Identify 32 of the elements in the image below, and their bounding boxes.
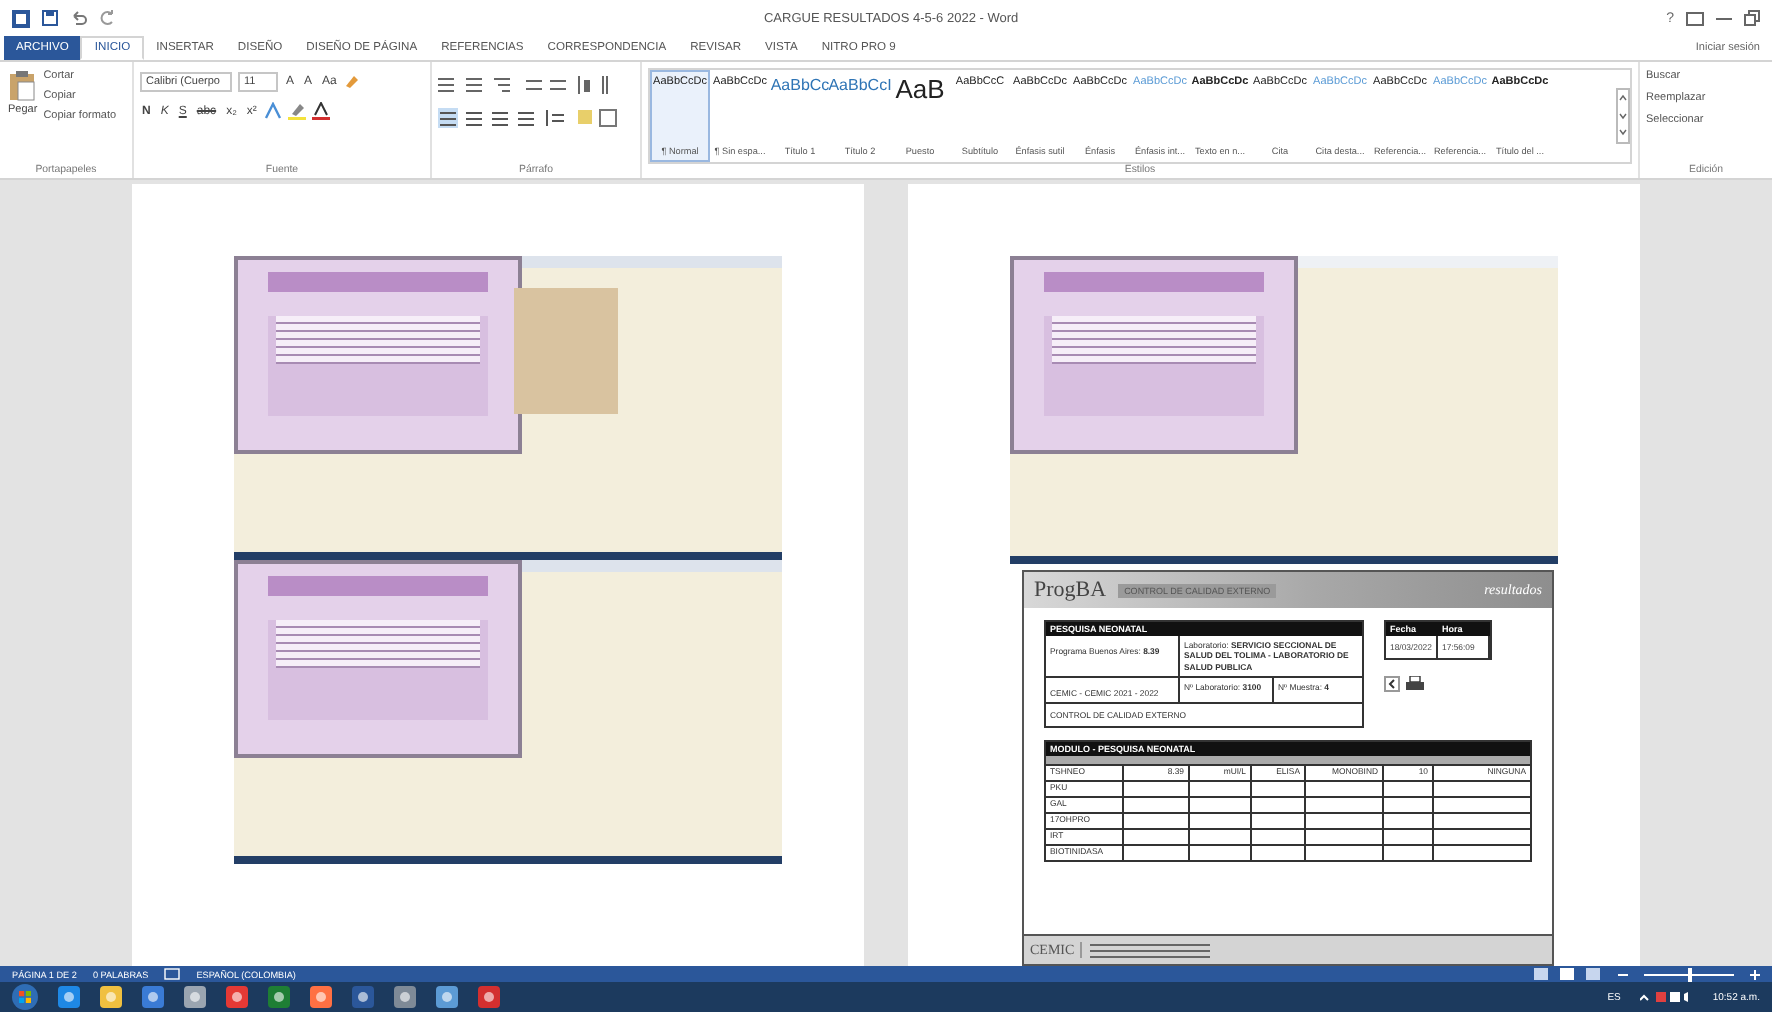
app-icon[interactable] bbox=[394, 986, 416, 1008]
redo-icon[interactable] bbox=[100, 10, 116, 26]
view-buttons-icon[interactable] bbox=[1534, 968, 1602, 980]
alignment-tools-icon[interactable] bbox=[438, 108, 618, 128]
zoom-in-icon[interactable] bbox=[1750, 969, 1760, 979]
ribbon-options-icon[interactable] bbox=[1686, 11, 1704, 25]
tray-icons-icon[interactable] bbox=[1640, 990, 1693, 1004]
app-icon[interactable] bbox=[310, 986, 332, 1008]
restore-icon[interactable] bbox=[1744, 10, 1760, 26]
app-icon[interactable] bbox=[58, 986, 80, 1008]
text-effects-icon[interactable] bbox=[264, 102, 283, 120]
clipboard-icon bbox=[8, 70, 37, 102]
printer-icon[interactable] bbox=[1406, 676, 1424, 692]
word-icon bbox=[12, 9, 30, 27]
app-icon[interactable] bbox=[142, 986, 164, 1008]
app-icon[interactable] bbox=[478, 986, 500, 1008]
report-logo: ProgBA bbox=[1034, 578, 1107, 602]
app-icon[interactable] bbox=[268, 986, 290, 1008]
undo-icon[interactable] bbox=[70, 10, 88, 26]
minimize-icon[interactable] bbox=[1716, 15, 1732, 21]
app-icon[interactable] bbox=[226, 986, 248, 1008]
save-icon[interactable] bbox=[42, 10, 58, 26]
app-icon[interactable] bbox=[352, 986, 374, 1008]
app-icon[interactable] bbox=[100, 986, 122, 1008]
app-icon[interactable] bbox=[436, 986, 458, 1008]
gallery-scroll-icon[interactable] bbox=[1616, 88, 1630, 144]
app-icon[interactable] bbox=[184, 986, 206, 1008]
back-icon[interactable] bbox=[1384, 676, 1400, 692]
zoom-out-icon[interactable] bbox=[1618, 969, 1628, 979]
font-color-icon[interactable] bbox=[312, 102, 331, 120]
start-button[interactable] bbox=[12, 984, 38, 1010]
proofing-icon[interactable] bbox=[164, 968, 181, 980]
